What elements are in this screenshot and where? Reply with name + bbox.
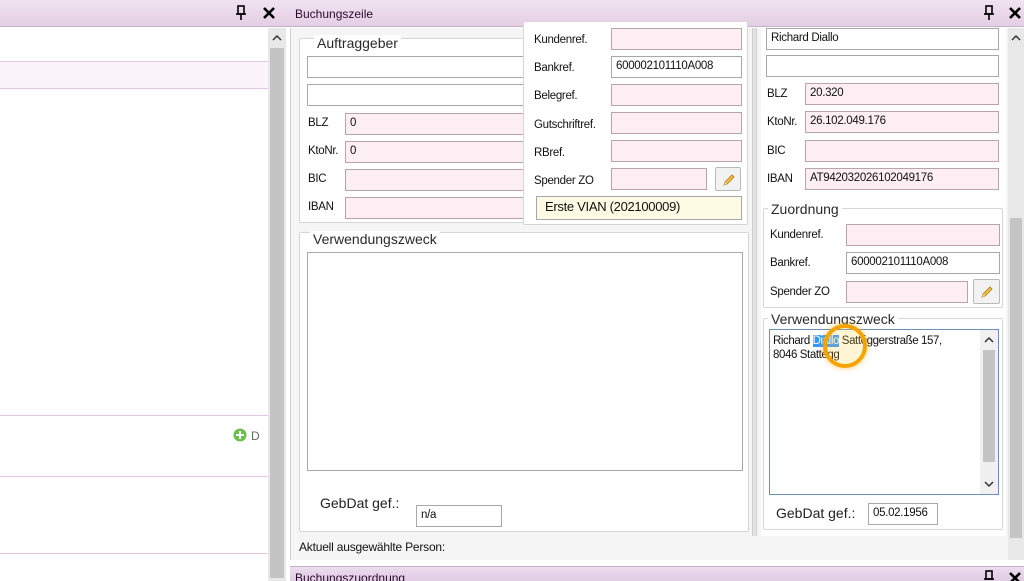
spender-zo-label: Spender ZO	[534, 175, 594, 187]
auftraggeber-name1-input[interactable]	[307, 56, 543, 78]
scroll-thumb[interactable]	[270, 48, 284, 578]
references-group: Kundenref. Bankref. 600002101110A008 Bel…	[523, 22, 748, 225]
splitter[interactable]	[752, 28, 757, 536]
kundenref-label: Kundenref.	[534, 34, 588, 46]
close-icon[interactable]	[1008, 6, 1022, 20]
rbref-label: RBref.	[534, 147, 565, 159]
person-iban-input[interactable]: AT942032026102049176	[805, 168, 999, 190]
zuordnung-group: Zuordnung Kundenref. Bankref. 6000021011…	[763, 201, 1003, 308]
zuordnung-legend: Zuordnung	[768, 201, 842, 217]
cursor-highlight	[823, 324, 867, 368]
bankref-label: Bankref.	[534, 62, 575, 74]
gutschriftref-label: Gutschriftref.	[534, 119, 596, 131]
auftraggeber-legend: Auftraggeber	[314, 35, 401, 51]
kundenref-label: Kundenref.	[770, 229, 824, 241]
iban-label: IBAN	[767, 173, 793, 185]
bic-label: BIC	[308, 173, 327, 185]
person-ktonr-input[interactable]: 26.102.049.176	[805, 111, 999, 133]
person-blz-input[interactable]: 20.320	[805, 83, 999, 105]
spender-zo-label: Spender ZO	[770, 286, 830, 298]
ktonr-label: KtoNr.	[308, 145, 339, 157]
main-scrollbar[interactable]	[1008, 28, 1024, 560]
auftraggeber-blz-input[interactable]: 0	[345, 113, 543, 135]
verwendungszweck-textarea[interactable]	[307, 252, 743, 471]
auftraggeber-group: Auftraggeber BLZ 0 KtoNr. 0 BIC IBAN	[299, 35, 549, 223]
gebdat-label: GebDat gef.:	[320, 495, 400, 511]
gutschriftref-input[interactable]	[611, 112, 742, 134]
panel-title: Buchungszeile	[295, 7, 374, 21]
spender-zo-input[interactable]	[611, 168, 707, 190]
add-button-label[interactable]: D	[251, 429, 260, 443]
bic-label: BIC	[767, 145, 786, 157]
zuordnung-spender-zo-edit-button[interactable]	[973, 279, 1000, 304]
person-bic-input[interactable]	[805, 140, 999, 162]
scroll-up-icon[interactable]	[272, 34, 282, 42]
scroll-thumb[interactable]	[1010, 218, 1022, 538]
booking-line-panel: Buchungszeile Auftraggeber BLZ 0 KtoNr. …	[290, 0, 1024, 581]
iban-label: IBAN	[308, 201, 334, 213]
text-before: Richard	[773, 335, 813, 347]
pencil-icon	[723, 174, 735, 186]
divider	[0, 476, 268, 477]
left-panel: D	[0, 0, 290, 581]
pin-icon[interactable]	[982, 570, 996, 581]
verwendungszweck-right-legend: Verwendungszweck	[768, 311, 898, 327]
divider	[0, 553, 268, 554]
person-column: Richard Diallo BLZ 20.320 KtoNr. 26.102.…	[761, 28, 1006, 536]
zuordnung-kundenref-input[interactable]	[846, 224, 1000, 246]
zuordnung-bankref-input[interactable]: 600002101110A008	[846, 252, 1000, 274]
divider	[0, 415, 268, 416]
bankref-label: Bankref.	[770, 257, 811, 269]
scroll-thumb[interactable]	[983, 350, 995, 462]
status-label: Aktuell ausgewählte Person:	[299, 540, 446, 554]
pin-icon[interactable]	[982, 5, 996, 21]
zuordnung-spender-zo-input[interactable]	[846, 281, 968, 303]
spender-zo-edit-button[interactable]	[715, 167, 741, 191]
kundenref-input[interactable]	[611, 28, 742, 50]
content-area: Auftraggeber BLZ 0 KtoNr. 0 BIC IBAN Kun…	[290, 22, 1024, 560]
rbref-input[interactable]	[611, 140, 742, 162]
ktonr-label: KtoNr.	[767, 116, 798, 128]
pencil-icon	[981, 286, 993, 298]
blz-label: BLZ	[308, 117, 329, 129]
bankref-input[interactable]: 600002101110A008	[611, 56, 742, 78]
list-item-selected[interactable]	[0, 62, 268, 88]
left-scrollbar[interactable]	[268, 28, 286, 581]
verwendungszweck-text: Richard Diallo Sattéggerstraße 157, 8046…	[773, 334, 973, 362]
verwendungszweck-right-group: Verwendungszweck Richard Diallo Sattégge…	[763, 311, 1003, 530]
gebdat-label: GebDat gef.:	[776, 505, 856, 521]
belegref-input[interactable]	[611, 84, 742, 106]
scroll-up-icon[interactable]	[984, 336, 994, 344]
vian-field[interactable]: Erste VIAN (202100009)	[536, 196, 742, 220]
verwendungszweck-legend: Verwendungszweck	[310, 231, 440, 247]
verwendungszweck-group: Verwendungszweck GebDat gef.: n/a	[299, 231, 749, 532]
close-icon[interactable]	[1008, 571, 1022, 581]
bottom-panel-title: Buchungszuordnung	[295, 571, 406, 581]
belegref-label: Belegref.	[534, 90, 578, 102]
person-line2-input[interactable]	[766, 55, 999, 77]
auftraggeber-name2-input[interactable]	[307, 84, 543, 106]
gebdat-input[interactable]: n/a	[416, 505, 502, 527]
close-icon[interactable]	[262, 6, 276, 20]
bottom-panel-titlebar: Buchungszuordnung	[290, 566, 1024, 581]
person-name-input[interactable]: Richard Diallo	[766, 28, 999, 50]
auftraggeber-iban-input[interactable]	[345, 197, 543, 219]
person-gebdat-input[interactable]: 05.02.1956	[868, 503, 938, 525]
auftraggeber-ktonr-input[interactable]: 0	[345, 141, 543, 163]
scroll-down-icon[interactable]	[984, 480, 994, 488]
pin-icon[interactable]	[234, 5, 248, 21]
blz-label: BLZ	[767, 88, 788, 100]
textarea-scrollbar[interactable]	[980, 330, 998, 494]
add-icon[interactable]	[233, 428, 247, 442]
verwendungszweck-right-textarea[interactable]: Richard Diallo Sattéggerstraße 157, 8046…	[769, 329, 999, 495]
scroll-up-icon[interactable]	[1011, 34, 1021, 42]
auftraggeber-bic-input[interactable]	[345, 169, 543, 191]
divider	[0, 88, 268, 89]
